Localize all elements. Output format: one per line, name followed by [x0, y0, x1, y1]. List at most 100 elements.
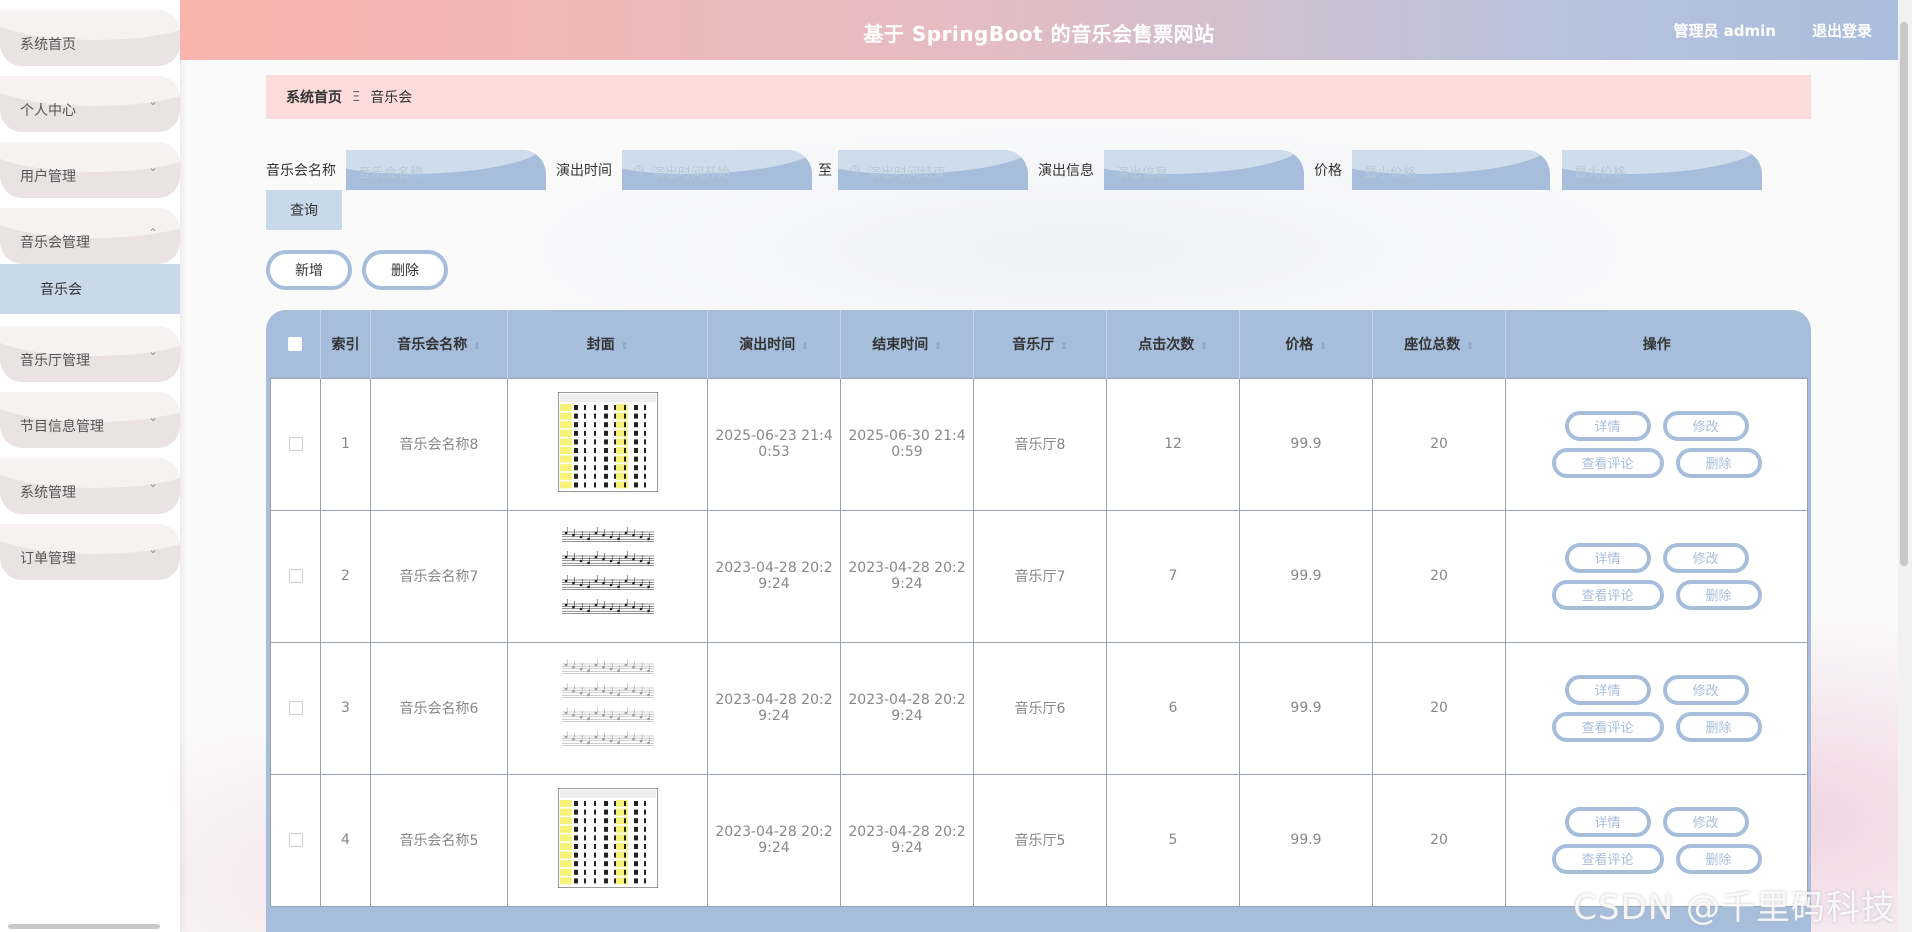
- sort-icon[interactable]: ⇕: [621, 342, 629, 352]
- sidebar-item-personal-center[interactable]: 个人中心 ⌄: [0, 76, 180, 132]
- breadcrumb-current: 音乐会: [370, 90, 413, 106]
- view-comments-button[interactable]: 查看评论: [1551, 579, 1664, 610]
- price-max-input[interactable]: 最大价格: [1562, 150, 1762, 190]
- row-select-cell[interactable]: [270, 509, 321, 643]
- chevron-down-icon: ⌄: [147, 160, 158, 174]
- row-checkbox[interactable]: [288, 437, 303, 451]
- column-header-clicks[interactable]: 点击次数 ⇕: [1106, 310, 1240, 378]
- sidebar-item-concert-management[interactable]: 音乐会管理 ⌃: [0, 208, 180, 264]
- concert-table: 索引 音乐会名称 ⇕ 封面 ⇕ 演出时间 ⇕ 结束时间 ⇕ 音乐厅 ⇕ 点击次数 ⇕ 价格 ⇕…: [266, 310, 1811, 932]
- view-comments-button[interactable]: 查看评论: [1551, 711, 1664, 742]
- concert-name-cell: 音乐会名称8: [370, 377, 508, 511]
- sidebar-subitem-concert[interactable]: 音乐会: [0, 264, 180, 314]
- delete-button[interactable]: 删除: [1675, 711, 1762, 742]
- breadcrumb: 系统首页 Ξ 音乐会: [266, 75, 1811, 119]
- show-time-end-input[interactable]: ◷ 演出时间结束: [838, 150, 1028, 190]
- query-button[interactable]: 查询: [266, 190, 342, 230]
- sort-icon[interactable]: ⇕: [473, 342, 481, 352]
- add-button[interactable]: 新增: [266, 250, 352, 290]
- cover-image[interactable]: [557, 787, 658, 889]
- column-header-end-time[interactable]: 结束时间 ⇕: [840, 310, 974, 378]
- sort-icon[interactable]: ⇕: [1200, 342, 1208, 352]
- column-header-start-time[interactable]: 演出时间 ⇕: [707, 310, 841, 378]
- detail-button[interactable]: 详情: [1564, 542, 1651, 573]
- end-time-cell: 2023-04-28 20:2 9:24: [840, 509, 974, 643]
- sidebar-item-program-management[interactable]: 节目信息管理 ⌄: [0, 392, 180, 448]
- time-line: 9:24: [758, 576, 790, 592]
- time-line: 2023-04-28 20:2: [715, 824, 833, 840]
- chevron-up-icon: ⌃: [147, 226, 158, 240]
- sort-icon[interactable]: ⇕: [1466, 342, 1474, 352]
- batch-delete-button[interactable]: 删除: [362, 250, 448, 290]
- index-cell: 2: [320, 509, 371, 643]
- detail-button[interactable]: 详情: [1564, 410, 1651, 441]
- edit-button[interactable]: 修改: [1662, 806, 1749, 837]
- table-row: 2 音乐会名称7 2023-04-28 20:2 9:24 2023-04-28 …: [270, 509, 1808, 643]
- cover-cell: [507, 377, 708, 511]
- show-time-start-input[interactable]: ◷ 演出时间开始: [622, 150, 812, 190]
- page-scrollbar-thumb[interactable]: [1900, 22, 1908, 566]
- breadcrumb-home[interactable]: 系统首页: [286, 87, 342, 107]
- time-line: 0:59: [891, 444, 923, 460]
- sort-icon[interactable]: ⇕: [1060, 342, 1068, 352]
- current-user: 管理员 admin: [1673, 22, 1776, 40]
- end-time-cell: 2025-06-30 21:4 0:59: [840, 377, 974, 511]
- price-cell: 99.9: [1239, 773, 1373, 907]
- sort-icon[interactable]: ⇕: [934, 342, 942, 352]
- page-scrollbar-track[interactable]: [1898, 0, 1912, 932]
- clock-icon: ◷: [850, 162, 861, 176]
- cover-image[interactable]: [557, 656, 658, 756]
- show-info-input[interactable]: 演出信息: [1104, 150, 1304, 190]
- time-line: 9:24: [891, 840, 923, 856]
- sidebar-item-order-management[interactable]: 订单管理 ⌄: [0, 524, 180, 580]
- cover-image[interactable]: [557, 524, 658, 624]
- table-header-row: 索引 音乐会名称 ⇕ 封面 ⇕ 演出时间 ⇕ 结束时间 ⇕ 音乐厅 ⇕ 点击次数 ⇕ 价格 ⇕…: [270, 310, 1808, 378]
- select-all-cell[interactable]: [270, 310, 321, 378]
- seats-cell: 20: [1372, 641, 1506, 775]
- row-select-cell[interactable]: [270, 773, 321, 907]
- table-row: 1 音乐会名称8 2025-06-23 21:4 0:53 2025-06-30 …: [270, 377, 1808, 511]
- column-header-hall[interactable]: 音乐厅 ⇕: [973, 310, 1107, 378]
- row-select-cell[interactable]: [270, 641, 321, 775]
- delete-button[interactable]: 删除: [1675, 579, 1762, 610]
- price-min-input[interactable]: 最小价格: [1352, 150, 1550, 190]
- sidebar-item-hall-management[interactable]: 音乐厅管理 ⌄: [0, 326, 180, 382]
- column-header-price[interactable]: 价格 ⇕: [1239, 310, 1373, 378]
- row-checkbox[interactable]: [288, 569, 303, 583]
- cover-image[interactable]: [557, 391, 658, 493]
- sidebar-item-system-management[interactable]: 系统管理 ⌄: [0, 458, 180, 514]
- row-checkbox[interactable]: [288, 701, 303, 715]
- index-cell: 4: [320, 773, 371, 907]
- column-header-label: 封面: [586, 336, 615, 353]
- view-comments-button[interactable]: 查看评论: [1551, 447, 1664, 478]
- concert-name-cell: 音乐会名称5: [370, 773, 508, 907]
- logout-link[interactable]: 退出登录: [1812, 20, 1872, 41]
- row-select-cell[interactable]: [270, 377, 321, 511]
- detail-button[interactable]: 详情: [1564, 674, 1651, 705]
- index-cell: 3: [320, 641, 371, 775]
- edit-button[interactable]: 修改: [1662, 674, 1749, 705]
- column-header-name[interactable]: 音乐会名称 ⇕: [370, 310, 508, 378]
- start-time-cell: 2025-06-23 21:4 0:53: [707, 377, 841, 511]
- detail-button[interactable]: 详情: [1564, 806, 1651, 837]
- delete-button[interactable]: 删除: [1675, 447, 1762, 478]
- view-comments-button[interactable]: 查看评论: [1551, 843, 1664, 874]
- edit-button[interactable]: 修改: [1662, 410, 1749, 441]
- time-line: 9:24: [891, 576, 923, 592]
- sort-icon[interactable]: ⇕: [801, 342, 809, 352]
- sort-icon[interactable]: ⇕: [1319, 342, 1327, 352]
- row-checkbox[interactable]: [288, 833, 303, 847]
- cover-cell: [507, 641, 708, 775]
- sidebar-item-home[interactable]: 系统首页: [0, 10, 180, 66]
- sidebar-scrollbar[interactable]: [8, 924, 160, 929]
- sidebar-item-label: 音乐厅管理: [20, 353, 90, 369]
- edit-button[interactable]: 修改: [1662, 542, 1749, 573]
- delete-button[interactable]: 删除: [1675, 843, 1762, 874]
- column-header-cover[interactable]: 封面 ⇕: [507, 310, 708, 378]
- concert-name-input[interactable]: 音乐会名称: [346, 150, 546, 190]
- select-all-checkbox[interactable]: [288, 336, 303, 351]
- column-header-seats[interactable]: 座位总数 ⇕: [1372, 310, 1506, 378]
- sidebar-item-user-management[interactable]: 用户管理 ⌄: [0, 142, 180, 198]
- operations-cell: 详情 修改 查看评论 删除: [1505, 509, 1808, 643]
- operations-cell: 详情 修改 查看评论 删除: [1505, 641, 1808, 775]
